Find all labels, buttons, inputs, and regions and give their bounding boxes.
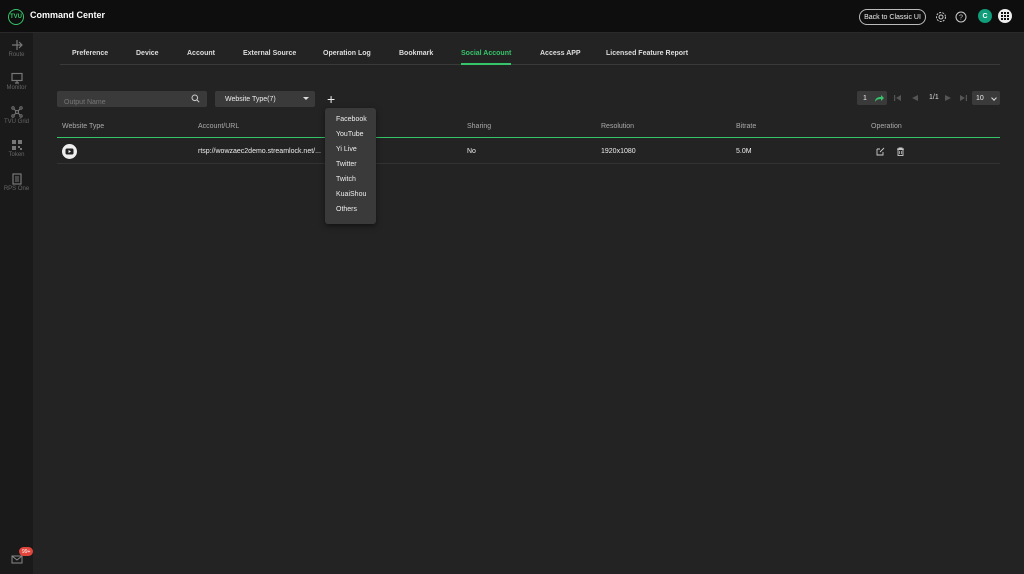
app-title: Command Center — [30, 10, 106, 20]
dropdown-option-kuaishou[interactable]: KuaiShou — [336, 191, 366, 198]
table-row: rtsp://wowzaec2demo.streamlock.net/... N… — [57, 139, 1000, 164]
dropdown-option-yi-live[interactable]: Yi Live — [336, 146, 357, 153]
add-account-dropdown: Facebook YouTube Yi Live Twitter Twitch … — [325, 108, 376, 224]
user-avatar[interactable]: C — [978, 9, 992, 23]
dropdown-option-others[interactable]: Others — [336, 206, 357, 213]
sidebar-item-monitor[interactable]: Monitor — [0, 70, 33, 100]
top-bar: TVU Command Center Back to Classic UI ? … — [0, 0, 1024, 33]
tvu-logo[interactable]: TVU — [8, 9, 24, 25]
page-indicator: 1/1 — [929, 94, 939, 101]
tab-account[interactable]: Account — [187, 50, 215, 57]
sidebar-item-label: Route — [8, 52, 25, 58]
sidebar-item-label: RPS One — [3, 186, 30, 192]
resolution-cell: 1920x1080 — [601, 148, 636, 155]
chevron-down-icon — [991, 95, 997, 101]
previous-page-icon[interactable] — [911, 94, 919, 102]
sharing-cell: No — [467, 148, 476, 155]
sidebar-item-route[interactable]: Route — [0, 37, 33, 67]
last-page-icon[interactable] — [959, 94, 967, 102]
caret-down-icon — [303, 97, 309, 100]
column-header-bitrate: Bitrate — [736, 123, 757, 130]
column-header-sharing: Sharing — [467, 123, 492, 130]
column-header-resolution: Resolution — [601, 123, 635, 130]
dropdown-option-facebook[interactable]: Facebook — [336, 116, 367, 123]
delete-trash-icon[interactable] — [896, 147, 905, 156]
search-icon[interactable] — [191, 94, 200, 103]
grid-network-icon — [10, 106, 23, 118]
search-input[interactable] — [57, 94, 187, 111]
sidebar: Route Monitor TVU Grid Token RPS One — [0, 33, 33, 574]
notification-count-badge: 99+ — [19, 547, 34, 556]
account-url-cell: rtsp://wowzaec2demo.streamlock.net/... — [198, 148, 321, 155]
sidebar-item-label: TVU Grid — [3, 119, 29, 125]
tab-device[interactable]: Device — [136, 50, 159, 57]
bitrate-cell: 5.0M — [736, 148, 752, 155]
sidebar-item-token[interactable]: Token — [0, 137, 33, 167]
dropdown-option-twitter[interactable]: Twitter — [336, 161, 357, 168]
sidebar-item-label: Monitor — [6, 85, 27, 91]
website-type-value: Website Type(7) — [225, 95, 276, 103]
first-page-icon[interactable] — [894, 94, 902, 102]
tab-social-account[interactable]: Social Account — [461, 50, 512, 65]
document-icon — [11, 173, 22, 185]
column-header-operation: Operation — [871, 123, 902, 130]
monitor-icon — [10, 72, 23, 84]
page-size-value: 10 — [976, 94, 984, 102]
table-header: Website Type Account/URL Sharing Resolut… — [57, 118, 1000, 138]
qr-code-icon — [11, 140, 22, 150]
route-icon — [11, 40, 23, 50]
tab-licensed-feature-report[interactable]: Licensed Feature Report — [606, 50, 688, 57]
tab-bookmark[interactable]: Bookmark — [399, 50, 433, 57]
page-size-select[interactable]: 10 — [972, 91, 1000, 105]
tab-operation-log[interactable]: Operation Log — [323, 50, 371, 57]
sidebar-item-rps-one[interactable]: RPS One — [0, 171, 33, 201]
sidebar-item-tvu-grid[interactable]: TVU Grid — [0, 104, 33, 134]
edit-icon[interactable] — [876, 147, 885, 156]
dropdown-option-twitch[interactable]: Twitch — [336, 176, 356, 183]
settings-tabs: Preference Device Account External Sourc… — [60, 44, 1000, 65]
website-type-select[interactable]: Website Type(7) — [215, 91, 315, 107]
column-header-account-url: Account/URL — [198, 123, 240, 130]
go-to-page-icon[interactable] — [874, 94, 884, 103]
tab-access-app[interactable]: Access APP — [540, 50, 581, 57]
back-to-classic-button[interactable]: Back to Classic UI — [859, 9, 926, 25]
tab-external-source[interactable]: External Source — [243, 50, 296, 57]
column-header-website-type: Website Type — [62, 123, 105, 130]
sidebar-item-label: Token — [8, 152, 25, 158]
page-number-value: 1 — [863, 94, 867, 102]
youtube-icon — [62, 144, 77, 159]
dropdown-option-youtube[interactable]: YouTube — [336, 131, 364, 138]
svg-text:?: ? — [959, 14, 963, 21]
tab-preference[interactable]: Preference — [72, 50, 108, 57]
settings-gear-icon[interactable] — [934, 10, 947, 23]
help-icon[interactable]: ? — [954, 10, 967, 23]
next-page-icon[interactable] — [944, 94, 952, 102]
apps-grid-icon[interactable] — [998, 9, 1012, 23]
add-button[interactable]: + — [327, 92, 339, 106]
output-name-search — [57, 91, 207, 111]
